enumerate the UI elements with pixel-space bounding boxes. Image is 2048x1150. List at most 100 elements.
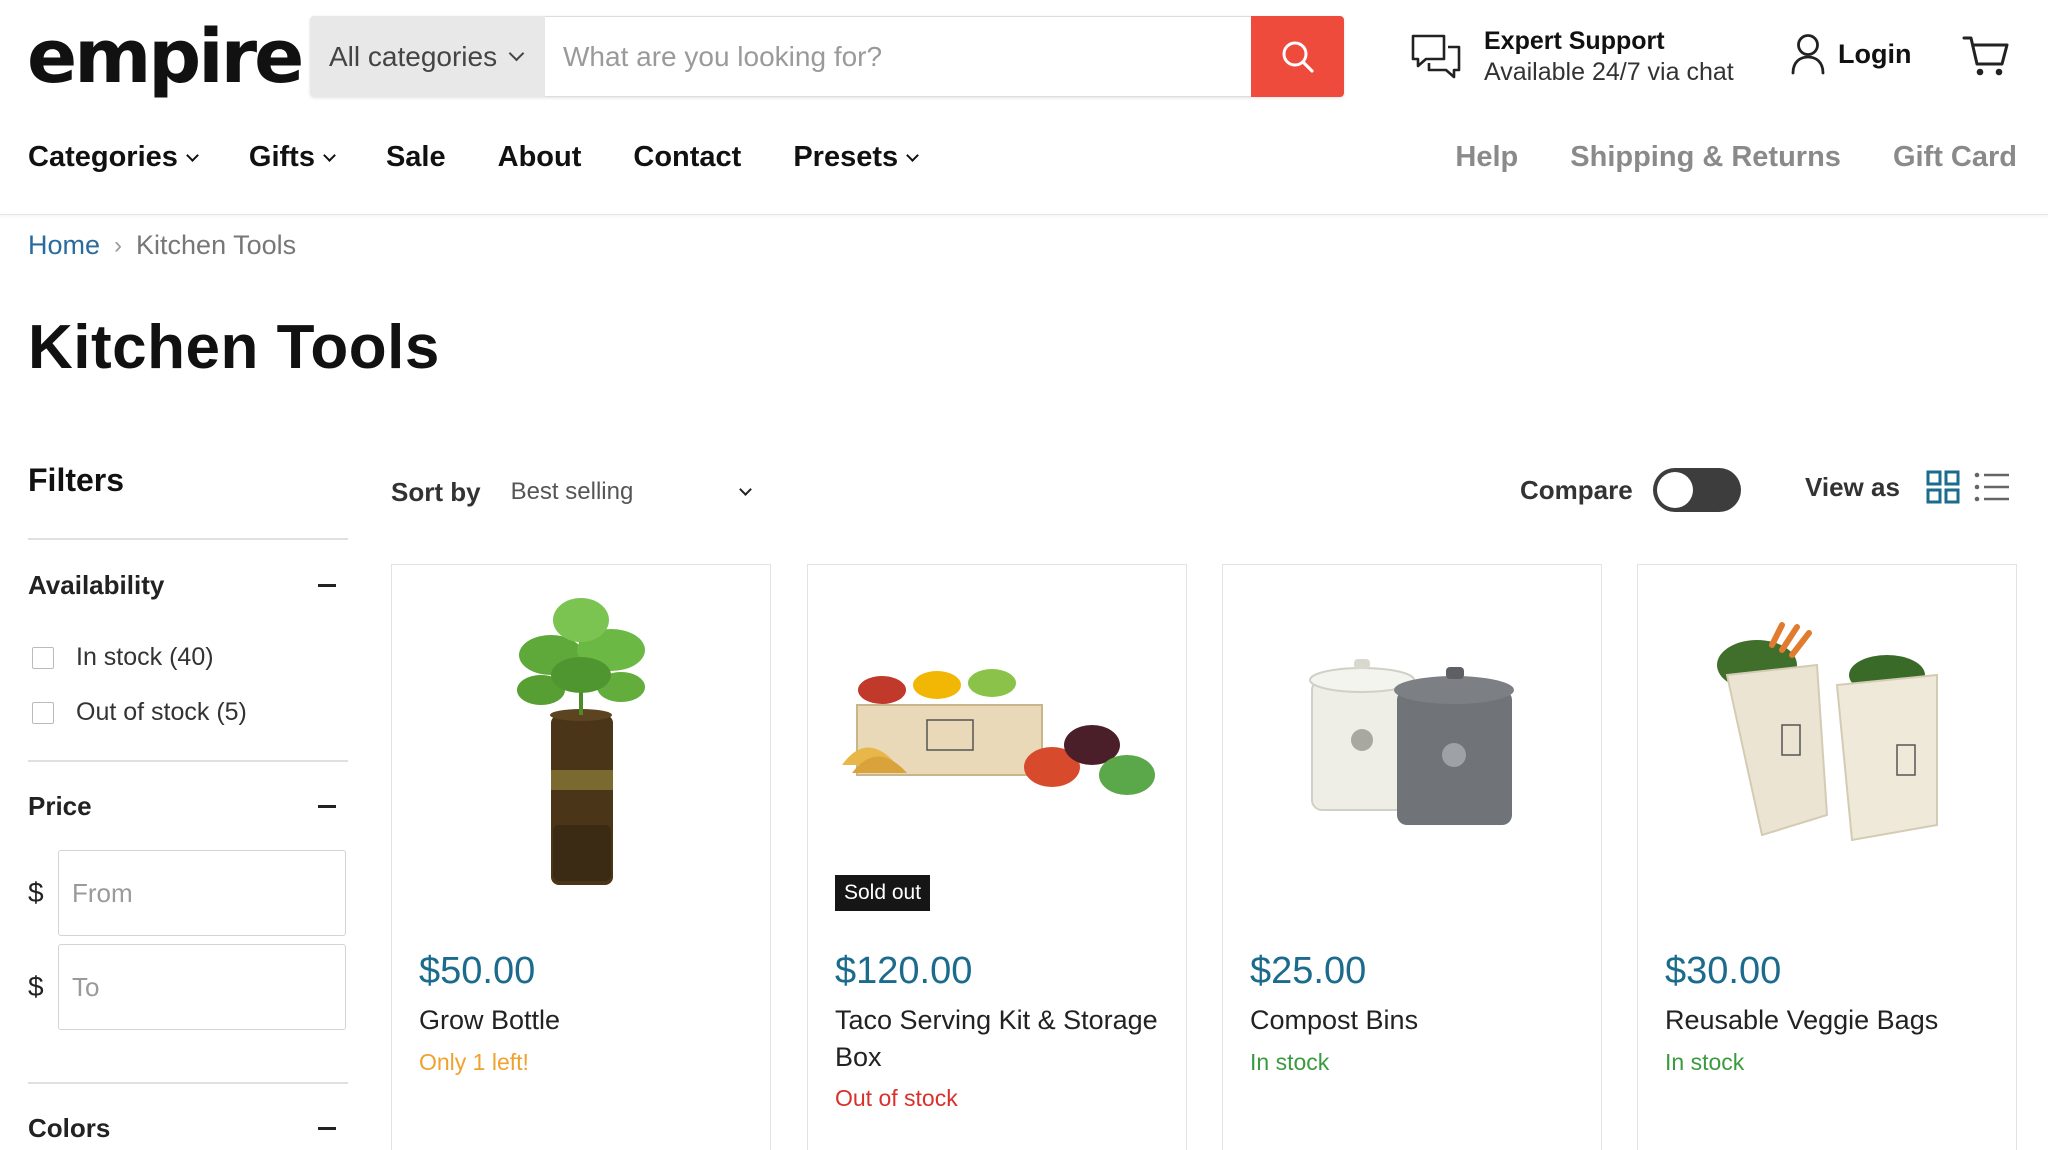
filter-heading: Colors: [28, 1112, 111, 1143]
nav-item-shipping-returns[interactable]: Shipping & Returns: [1570, 141, 1841, 174]
product-price: $50.00: [419, 950, 536, 992]
minus-icon: [318, 804, 336, 808]
chevron-down-icon: [186, 148, 199, 162]
stock-status: In stock: [1250, 1049, 1330, 1075]
filter-price: Price $ $: [28, 760, 348, 1082]
product-price: $30.00: [1665, 950, 1782, 992]
product-image[interactable]: [808, 565, 1186, 905]
price-to-input[interactable]: [58, 944, 346, 1030]
search-category-select[interactable]: All categories: [310, 16, 545, 97]
secondary-nav: Help Shipping & Returns Gift Card: [1403, 141, 2017, 174]
nav-label: Presets: [793, 141, 899, 173]
chevron-down-icon: [508, 45, 525, 62]
stock-status: In stock: [1665, 1049, 1745, 1075]
product-price: $120.00: [835, 950, 973, 992]
filter-option-out-of-stock[interactable]: Out of stock (5): [28, 685, 348, 740]
search-bar: All categories: [310, 16, 1344, 97]
nav-item-contact[interactable]: Contact: [633, 141, 741, 174]
stock-status: Out of stock: [835, 1085, 958, 1111]
filter-price-toggle[interactable]: Price: [28, 762, 348, 850]
compare-control: Compare: [1520, 468, 1741, 512]
chevron-down-icon: [906, 148, 920, 162]
sort-value: Best selling: [510, 478, 634, 505]
product-card[interactable]: $30.00 Reusable Veggie Bags In stock: [1637, 564, 2017, 1150]
view-as-control: View as: [1805, 470, 2010, 504]
filters-title: Filters: [28, 462, 125, 498]
product-image[interactable]: [1223, 565, 1601, 905]
search-category-label: All categories: [329, 40, 498, 72]
sort-label: Sort by: [391, 476, 481, 507]
grid-view-icon[interactable]: [1926, 470, 1960, 504]
list-view-icon[interactable]: [1974, 471, 2010, 503]
nav-label: About: [497, 141, 582, 173]
breadcrumb: Home › Kitchen Tools: [28, 230, 296, 261]
currency-symbol: $: [28, 877, 44, 908]
cart-button[interactable]: [1962, 33, 2010, 84]
expert-support[interactable]: Expert Support Available 24/7 via chat: [1410, 26, 1734, 88]
product-card[interactable]: $25.00 Compost Bins In stock: [1222, 564, 1602, 1150]
search-button[interactable]: [1251, 16, 1344, 97]
support-title: Expert Support: [1484, 27, 1665, 55]
nav-label: Contact: [633, 141, 742, 173]
taco-kit-image: [842, 669, 1155, 795]
filter-availability: Availability In stock (40) Out of stock …: [28, 538, 348, 740]
filter-heading: Price: [28, 790, 92, 821]
support-subtitle: Available 24/7 via chat: [1484, 58, 1734, 86]
search-input[interactable]: [545, 16, 1251, 97]
product-image[interactable]: [1638, 565, 2016, 905]
nav-label: Categories: [28, 141, 178, 173]
nav-item-sale[interactable]: Sale: [386, 141, 446, 174]
filter-option-label: In stock (40): [76, 643, 214, 671]
nav-item-gifts[interactable]: Gifts: [248, 141, 336, 174]
filter-heading: Availability: [28, 569, 165, 600]
site-header: empire All categories Expert Support Ava…: [0, 0, 2048, 215]
product-card[interactable]: Sold out $120.00 Taco Serving Kit & Stor…: [807, 564, 1187, 1150]
nav-item-about[interactable]: About: [498, 141, 582, 174]
compare-toggle[interactable]: [1652, 468, 1741, 512]
product-name[interactable]: Reusable Veggie Bags: [1665, 1002, 1995, 1039]
product-name[interactable]: Compost Bins: [1250, 1002, 1580, 1039]
sort-select[interactable]: Best selling: [511, 472, 756, 512]
sort-control: Sort by Best selling: [391, 472, 756, 512]
sold-out-badge: Sold out: [835, 875, 931, 911]
filter-colors: Colors: [28, 1082, 348, 1150]
product-image[interactable]: [392, 565, 770, 905]
main-nav: Categories Gifts Sale About Contact Pres…: [28, 141, 969, 174]
page-title: Kitchen Tools: [28, 313, 440, 382]
nav-item-categories[interactable]: Categories: [28, 141, 199, 174]
breadcrumb-home[interactable]: Home: [28, 230, 100, 261]
shopping-cart-icon: [1962, 36, 2009, 76]
product-name[interactable]: Taco Serving Kit & Storage Box: [835, 1002, 1165, 1076]
product-name[interactable]: Grow Bottle: [419, 1002, 749, 1039]
minus-icon: [318, 1126, 336, 1130]
login-link[interactable]: Login: [1790, 33, 1911, 75]
product-card[interactable]: $50.00 Grow Bottle Only 1 left!: [391, 564, 771, 1150]
toggle-knob: [1656, 472, 1693, 508]
chat-bubbles-icon: [1411, 34, 1461, 79]
filter-option-in-stock[interactable]: In stock (40): [28, 630, 348, 685]
chevron-right-icon: ›: [114, 231, 123, 259]
filter-colors-toggle[interactable]: Colors: [28, 1084, 348, 1150]
nav-item-gift-card[interactable]: Gift Card: [1893, 141, 2017, 174]
minus-icon: [318, 583, 336, 587]
view-as-label: View as: [1805, 471, 1900, 502]
checkbox[interactable]: [32, 646, 54, 669]
user-icon: [1791, 34, 1825, 75]
chevron-down-icon: [738, 483, 752, 496]
breadcrumb-current: Kitchen Tools: [136, 230, 297, 260]
nav-item-help[interactable]: Help: [1455, 141, 1518, 174]
price-from-input[interactable]: [58, 850, 346, 936]
search-icon: [1282, 41, 1314, 73]
filter-option-label: Out of stock (5): [76, 698, 247, 726]
site-logo[interactable]: empire: [27, 12, 304, 102]
checkbox[interactable]: [32, 701, 54, 724]
currency-symbol: $: [28, 971, 44, 1002]
nav-item-presets[interactable]: Presets: [793, 141, 920, 174]
veggie-bags-image: [1717, 622, 1938, 842]
grow-bottle-image: [517, 598, 645, 885]
filter-availability-toggle[interactable]: Availability: [28, 540, 348, 630]
nav-label: Sale: [385, 141, 446, 173]
nav-label: Gifts: [248, 141, 315, 173]
compost-bins-image: [1309, 659, 1514, 825]
login-label: Login: [1838, 38, 1912, 69]
